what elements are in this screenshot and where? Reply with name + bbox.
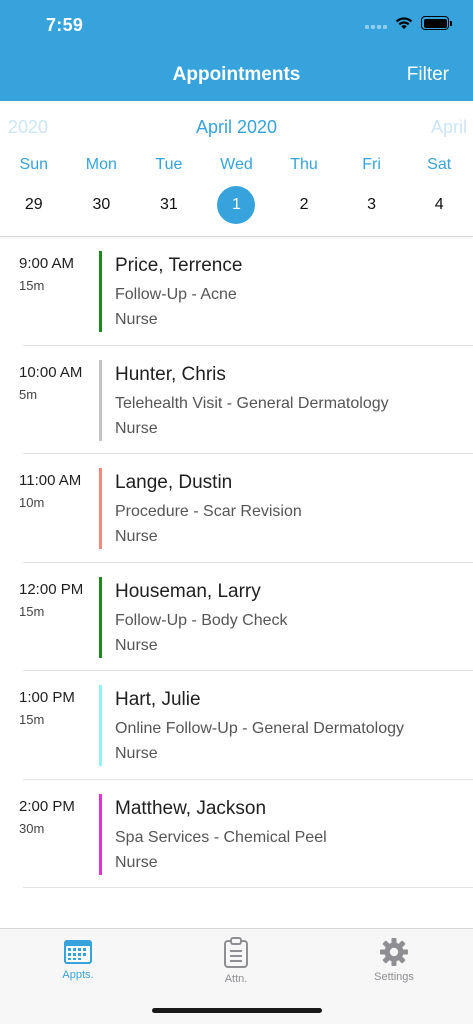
patient-name: Matthew, Jackson: [115, 797, 267, 819]
calendar-icon: [64, 940, 92, 964]
appointment-type-color-bar: [99, 685, 102, 766]
visit-type: Online Follow-Up - General Dermatology: [115, 720, 404, 737]
page-title: Appointments: [172, 64, 301, 85]
weekday-label: Fri: [362, 156, 381, 173]
date-number: 3: [367, 196, 377, 213]
status-time: 7:59: [46, 15, 84, 35]
appointment-time: 9:00 AM: [19, 255, 75, 272]
appointment-time: 12:00 PM: [19, 580, 84, 598]
appointment-time: 2:00 PM: [19, 797, 75, 815]
patient-name: Hunter, Chris: [115, 363, 226, 385]
appointment-duration: 15m: [19, 278, 45, 293]
date-cell[interactable]: 30: [68, 185, 136, 225]
tab-appointments[interactable]: Appts.: [18, 937, 138, 981]
weekday-label: Sat: [427, 156, 452, 173]
gear-icon: [380, 938, 408, 966]
patient-name: Hart, Julie: [115, 689, 201, 710]
date-cell[interactable]: 29: [0, 185, 68, 225]
appointment-type-color-bar: [99, 359, 102, 441]
appointment-row[interactable]: 10:00 AM 5m Hunter, Chris Telehealth Vis…: [0, 346, 473, 454]
date-number: 2: [299, 196, 309, 213]
date-cell[interactable]: 2: [270, 185, 338, 225]
appointment-row[interactable]: 9:00 AM 15m Price, Terrence Follow-Up - …: [0, 237, 473, 346]
appointment-row[interactable]: 2:00 PM 30m Matthew, Jackson Spa Service…: [0, 780, 473, 888]
patient-name: Lange, Dustin: [115, 472, 233, 493]
appointment-duration: 30m: [19, 820, 45, 836]
clipboard-icon: [224, 937, 248, 968]
cellular-signal-icon: [365, 17, 387, 29]
provider-role: Nurse: [115, 419, 158, 437]
filter-button[interactable]: Filter: [407, 64, 449, 86]
appointment-row[interactable]: 1:00 PM 15m Hart, Julie Online Follow-Up…: [0, 671, 473, 780]
appointment-type-color-bar: [99, 468, 102, 549]
provider-role: Nurse: [115, 311, 158, 328]
date-cell[interactable]: 31: [135, 185, 203, 225]
date-cell-selected[interactable]: 1: [203, 185, 271, 225]
app-header: 7:59 Appointments Filter: [0, 0, 473, 101]
home-indicator[interactable]: [152, 1008, 322, 1013]
visit-type: Follow-Up - Body Check: [115, 611, 288, 629]
date-number: 29: [24, 196, 43, 213]
appointment-row[interactable]: 11:00 AM 10m Lange, Dustin Procedure - S…: [0, 454, 473, 563]
patient-name: Price, Terrence: [115, 255, 243, 276]
tab-settings[interactable]: Settings: [334, 937, 454, 983]
provider-role: Nurse: [115, 853, 158, 871]
date-cell[interactable]: 3: [338, 185, 406, 225]
week-calendar: 2020 April 2020 April Sun Mon Tue Wed Th…: [0, 101, 473, 237]
appointment-duration: 5m: [19, 386, 38, 402]
month-scroller[interactable]: 2020 April 2020 April: [0, 117, 473, 141]
patient-name: Houseman, Larry: [115, 580, 261, 602]
visit-type: Procedure - Scar Revision: [115, 503, 302, 520]
current-month-label: April 2020: [195, 117, 278, 137]
appointment-row[interactable]: 12:00 PM 15m Houseman, Larry Follow-Up -…: [0, 563, 473, 671]
provider-role: Nurse: [115, 636, 158, 654]
visit-type: Follow-Up - Acne: [115, 286, 237, 303]
provider-role: Nurse: [115, 528, 158, 545]
weekday-label: Mon: [85, 156, 117, 173]
appointment-time: 1:00 PM: [19, 689, 75, 706]
row-divider: [23, 887, 473, 888]
date-number: 31: [160, 196, 178, 213]
date-row: 29 30 31 1 2 3 4: [0, 185, 473, 225]
weekday-label: Sun: [19, 156, 49, 173]
weekday-label: Wed: [220, 156, 253, 173]
visit-type: Spa Services - Chemical Peel: [115, 828, 327, 846]
weekday-label: Tue: [155, 156, 183, 173]
weekday-label: Thu: [290, 156, 318, 173]
date-cell[interactable]: 4: [405, 185, 473, 225]
date-number: 30: [92, 196, 111, 213]
date-number: 1: [217, 186, 256, 224]
appointment-list: 9:00 AM 15m Price, Terrence Follow-Up - …: [0, 237, 473, 888]
next-month-label[interactable]: April: [431, 117, 467, 138]
appointment-time: 11:00 AM: [19, 472, 82, 489]
tab-label: Settings: [374, 971, 414, 983]
tab-label: Appts.: [62, 969, 94, 981]
appointment-type-color-bar: [99, 793, 102, 875]
appointment-duration: 15m: [19, 712, 45, 727]
status-indicators: [365, 16, 452, 30]
appointment-duration: 10m: [19, 495, 45, 510]
weekday-row: Sun Mon Tue Wed Thu Fri Sat: [0, 156, 473, 174]
appointment-type-color-bar: [99, 251, 102, 332]
battery-icon: [421, 16, 452, 30]
tab-label: Attn.: [224, 973, 248, 985]
appointment-duration: 15m: [19, 603, 45, 619]
provider-role: Nurse: [115, 745, 158, 762]
date-number: 4: [434, 196, 444, 213]
tab-attention[interactable]: Attn.: [176, 937, 296, 985]
visit-type: Telehealth Visit - General Dermatology: [115, 394, 389, 412]
appointment-time: 10:00 AM: [19, 363, 83, 381]
wifi-icon: [395, 17, 413, 29]
appointment-type-color-bar: [99, 576, 102, 658]
